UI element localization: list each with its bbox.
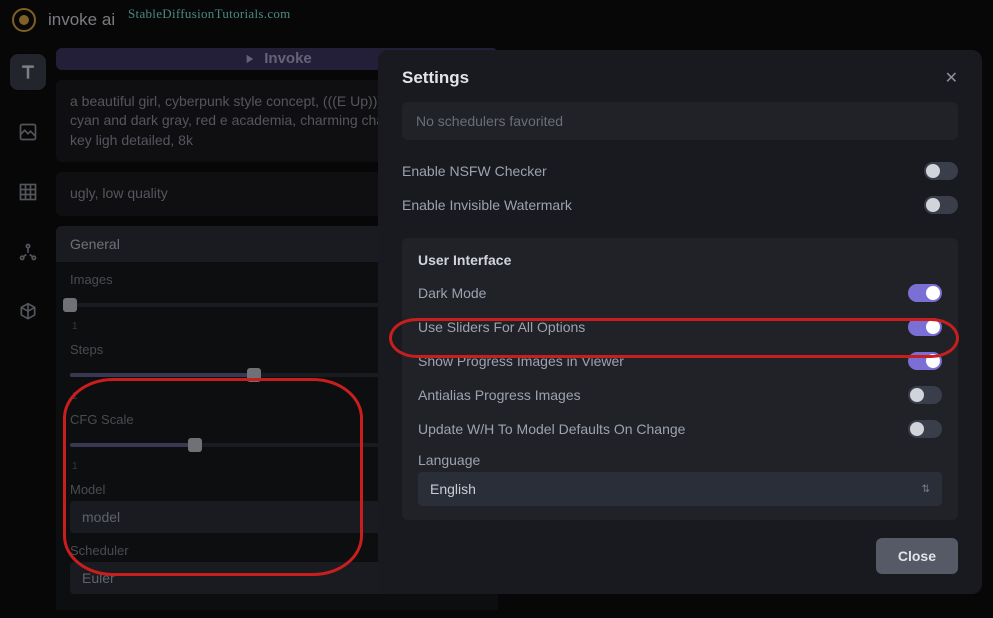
schedulers-favorited[interactable]: No schedulers favorited [402, 102, 958, 140]
ui-section-title: User Interface [418, 252, 942, 268]
watermark-label: Enable Invisible Watermark [402, 197, 572, 213]
dark-mode-label: Dark Mode [418, 285, 486, 301]
antialias-label: Antialias Progress Images [418, 387, 581, 403]
antialias-toggle[interactable] [908, 386, 942, 404]
wh-toggle[interactable] [908, 420, 942, 438]
language-label: Language [418, 452, 942, 468]
progress-toggle[interactable] [908, 352, 942, 370]
settings-modal: Settings ✕ No schedulers favorited Enabl… [378, 50, 982, 594]
close-button[interactable]: Close [876, 538, 958, 574]
sliders-label: Use Sliders For All Options [418, 319, 585, 335]
nsfw-toggle[interactable] [924, 162, 958, 180]
dark-mode-toggle[interactable] [908, 284, 942, 302]
wh-label: Update W/H To Model Defaults On Change [418, 421, 685, 437]
nsfw-label: Enable NSFW Checker [402, 163, 547, 179]
language-select[interactable]: English⇅ [418, 472, 942, 506]
close-icon[interactable]: ✕ [945, 68, 958, 88]
chevron-updown-icon: ⇅ [922, 484, 930, 495]
progress-label: Show Progress Images in Viewer [418, 353, 624, 369]
sliders-toggle[interactable] [908, 318, 942, 336]
modal-title: Settings [402, 68, 469, 88]
watermark-toggle[interactable] [924, 196, 958, 214]
